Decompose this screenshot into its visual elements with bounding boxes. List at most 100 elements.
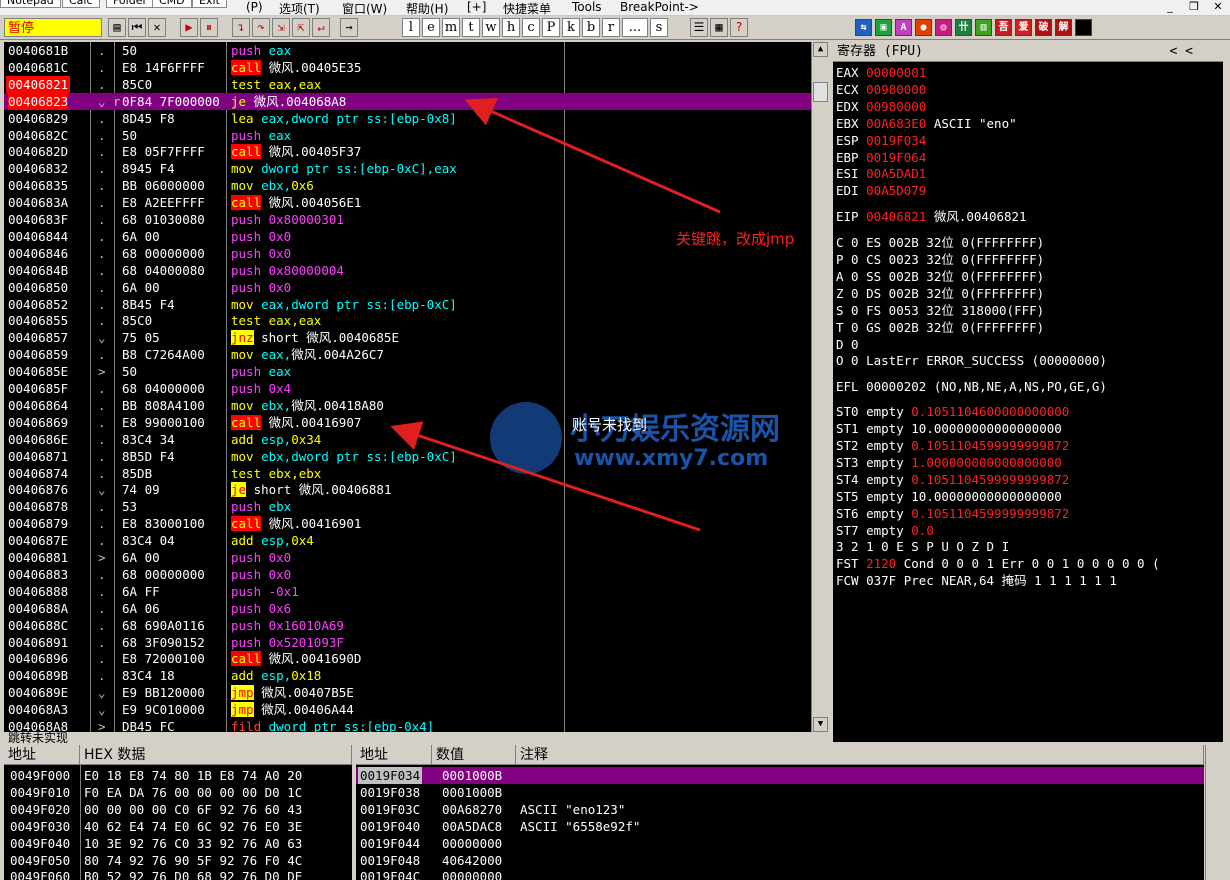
trace-into-icon[interactable]: ⇲ [272, 18, 290, 37]
disassembly-row[interactable]: 0040681B. 50 push eax [4, 42, 811, 59]
dump-address[interactable]: 0049F020 [10, 801, 70, 818]
disassembly-row[interactable]: 00406888. 6A FF push -0x1 [4, 583, 811, 600]
patches-button[interactable]: P [542, 18, 560, 37]
stack-address[interactable]: 0019F044 [358, 835, 422, 852]
disassembly-row[interactable]: 00406876 ⌄ 74 09 je short 微风.00406881 [4, 481, 811, 498]
dump-header-hex[interactable]: HEX 数据 [80, 745, 352, 765]
pause-icon[interactable]: ⏸ [200, 18, 218, 37]
disassembly-row[interactable]: 004068A3 ⌄ E9 9C010000 jmp 微风.00406A44 [4, 701, 811, 718]
threads-button[interactable]: t [462, 18, 480, 37]
stack-address[interactable]: 0019F038 [358, 784, 422, 801]
row-address[interactable]: 00406881 [8, 549, 68, 566]
dump-row[interactable]: 0049F020 00 00 00 00 C0 6F 92 76 60 43 [8, 801, 352, 818]
row-address[interactable]: 00406891 [8, 634, 68, 651]
disassembly-row[interactable]: 00406829. 8D45 F8 lea eax,dword ptr ss:[eb… [4, 110, 811, 127]
row-address[interactable]: 0040689B [8, 667, 68, 684]
dump-row[interactable]: 0049F050 80 74 92 76 90 5F 92 76 F0 4C [8, 852, 352, 869]
dump-address[interactable]: 0049F050 [10, 852, 70, 869]
disassembly-row[interactable]: 0040685E >50 push eax [4, 363, 811, 380]
row-address[interactable]: 00406832 [8, 160, 68, 177]
stack-row[interactable]: 0019F038 0001000B [356, 784, 1204, 801]
dump-address[interactable]: 0049F030 [10, 818, 70, 835]
plugin-icon-3[interactable]: A [895, 19, 912, 36]
row-address[interactable]: 00406844 [8, 228, 68, 245]
row-address[interactable]: 0040682D [8, 143, 68, 160]
step-into-icon[interactable]: ↴ [232, 18, 250, 37]
list-icon[interactable]: ☰ [690, 18, 708, 37]
stack-address[interactable]: 0019F034 [358, 767, 423, 784]
row-address[interactable]: 004068A8 [8, 718, 68, 732]
dump-address[interactable]: 0049F010 [10, 784, 70, 801]
disassembly-row[interactable]: 0040688A. 6A 06 push 0x6 [4, 600, 811, 617]
row-address[interactable]: 0040685F [8, 380, 68, 397]
disassembly-row[interactable]: 0040688C. 68 690A0116 push 0x16010A69 [4, 617, 811, 634]
stack-row[interactable]: 0019F040 00A5DAC8 ASCII "6558e92f" [356, 818, 1204, 835]
row-address[interactable]: 00406859 [8, 346, 68, 363]
trace-over-icon[interactable]: ⇱ [292, 18, 310, 37]
plugin-icon-7[interactable]: ▥ [975, 19, 992, 36]
menu-tools[interactable]: Tools [572, 0, 602, 14]
folder-button[interactable]: Folder [106, 0, 154, 8]
row-address[interactable]: 0040685E [8, 363, 68, 380]
disassembly-row[interactable]: 00406891. 68 3F090152 push 0x5201093F [4, 634, 811, 651]
row-address[interactable]: 00406864 [8, 397, 68, 414]
scroll-thumb[interactable] [813, 82, 828, 102]
row-address[interactable]: 00406857 [8, 329, 68, 346]
row-address[interactable]: 00406852 [8, 296, 68, 313]
stack-scrollbar[interactable] [1205, 745, 1225, 880]
row-address[interactable]: 0040686E [8, 431, 68, 448]
disassembly-row[interactable]: 00406896. E8 72000100 call 微风.0041690D [4, 650, 811, 667]
disassembly-row[interactable]: 00406881 >6A 00 push 0x0 [4, 549, 811, 566]
row-address[interactable]: 00406874 [8, 465, 68, 482]
registers-pane[interactable]: 寄存器 (FPU) < < EAX 00000001 ECX 00980000 ED… [833, 42, 1223, 742]
row-address[interactable]: 00406829 [8, 110, 68, 127]
open-icon[interactable]: ▤ [108, 18, 126, 37]
disassembly-row[interactable]: 0040685F. 68 04000000 push 0x4 [4, 380, 811, 397]
row-address[interactable]: 004068A3 [8, 701, 68, 718]
row-address[interactable]: 0040688C [8, 617, 68, 634]
memory-button[interactable]: m [442, 18, 460, 37]
plugin-icon-8[interactable]: 吾 [995, 19, 1012, 36]
log-window-button[interactable]: l [402, 18, 420, 37]
disassembly-row[interactable]: 00406859. B8 C7264A00 mov eax,微风.004A26C7 [4, 346, 811, 363]
disassembly-row[interactable]: 00406883. 68 00000000 push 0x0 [4, 566, 811, 583]
run-icon[interactable]: ▶ [180, 18, 198, 37]
stack-row[interactable]: 0019F044 00000000 [356, 835, 1204, 852]
disassembly-row[interactable]: 0040681C. E8 14F6FFFF call 微风.00405E35 [4, 59, 811, 76]
stack-pane[interactable]: 地址 数值 注释 0019F034 0001000B 0019F038 0001000… [356, 745, 1204, 880]
row-address[interactable]: 00406850 [8, 279, 68, 296]
disassembly-row[interactable]: 00406878. 53 push ebx [4, 498, 811, 515]
row-address[interactable]: 00406883 [8, 566, 68, 583]
disassembly-row[interactable]: 00406832. 8945 F4 mov dword ptr ss:[ebp-0x… [4, 160, 811, 177]
row-address[interactable]: 0040689E [8, 684, 68, 701]
disassembly-row[interactable]: 00406852. 8B45 F4 mov eax,dword ptr ss:[eb… [4, 296, 811, 313]
grid-icon[interactable]: ▦ [710, 18, 728, 37]
plugin-icon-11[interactable]: 解 [1055, 19, 1072, 36]
stack-row[interactable]: 0019F04C 00000000 [356, 868, 1204, 880]
row-address[interactable]: 0040683F [8, 211, 68, 228]
row-address[interactable]: 0040681B [8, 42, 68, 59]
notepad-button[interactable]: Notepad [0, 0, 61, 8]
references-button[interactable]: r [602, 18, 620, 37]
disassembly-row[interactable]: 0040682C. 50 push eax [4, 127, 811, 144]
stack-row[interactable]: 0019F048 40642000 [356, 852, 1204, 869]
scroll-up-icon[interactable]: ▲ [813, 42, 828, 57]
disassembly-row[interactable]: 00406855. 85C0 test eax,eax [4, 312, 811, 329]
dump-header-address[interactable]: 地址 [4, 745, 80, 765]
stack-row[interactable]: 0019F03C 00A68270 ASCII "eno123" [356, 801, 1204, 818]
dump-row[interactable]: 0049F030 40 62 E4 74 E0 6C 92 76 E0 3E [8, 818, 352, 835]
disassembly-row[interactable]: 00406879. E8 83000100 call 微风.00416901 [4, 515, 811, 532]
row-address[interactable]: 0040683A [8, 194, 68, 211]
row-address[interactable]: 00406878 [8, 498, 68, 515]
disassembly-row[interactable]: 0040689B. 83C4 18 add esp,0x18 [4, 667, 811, 684]
disassembly-row[interactable]: 00406857 ⌄ 75 05 jnz short 微风.0040685E [4, 329, 811, 346]
disassembly-row[interactable]: 0040687E. 83C4 04 add esp,0x4 [4, 532, 811, 549]
disassembly-row[interactable]: 0040684B. 68 04000080 push 0x80000004 [4, 262, 811, 279]
cpu-button[interactable]: c [522, 18, 540, 37]
disassembly-row[interactable]: 0040683F. 68 01030080 push 0x80000301 [4, 211, 811, 228]
disassembly-row[interactable]: 00406850. 6A 00 push 0x0 [4, 279, 811, 296]
disassembly-row[interactable]: 00406823 ⌄ r 0F84 7F000000 je 微风.004068A8 [4, 92, 811, 110]
row-address[interactable]: 0040681C [8, 59, 68, 76]
menu-plus[interactable]: [+] [467, 0, 486, 14]
disassembly-row[interactable]: 0040682D. E8 05F7FFFF call 微风.00405F37 [4, 143, 811, 160]
